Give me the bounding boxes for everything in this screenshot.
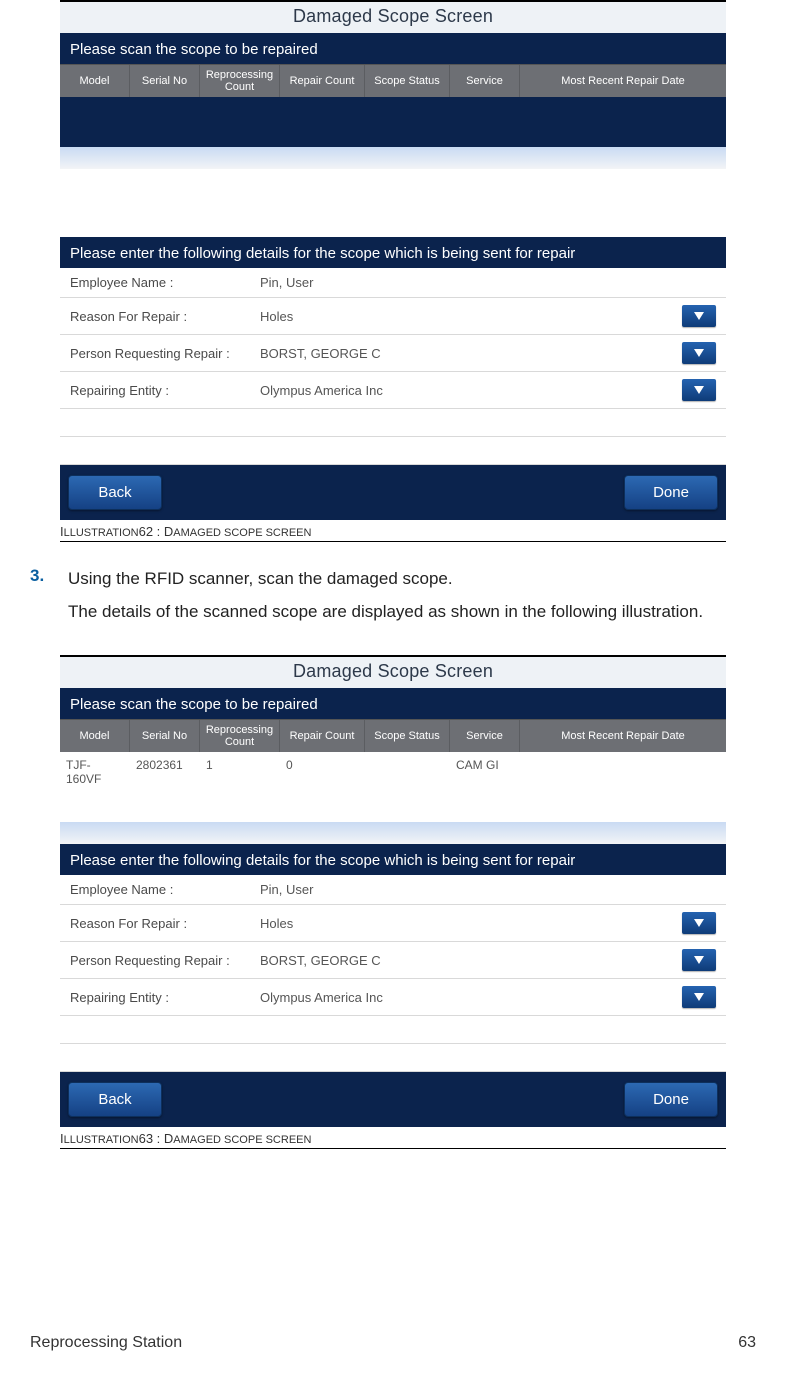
row-reason: Reason For Repair : Holes [60,298,726,335]
requester-value: BORST, GEORGE C [260,346,682,361]
step-3: 3. Using the RFID scanner, scan the dama… [30,566,756,631]
requester-label: Person Requesting Repair : [70,953,260,968]
cell-repair: 0 [280,756,365,788]
cap-rest: AMAGED SCOPE SCREEN [173,1134,311,1146]
entity-dropdown[interactable] [682,986,716,1008]
col-status: Scope Status [365,720,450,752]
details-prompt: Please enter the following details for t… [60,844,726,875]
employee-value: Pin, User [260,275,716,290]
row-requester: Person Requesting Repair : BORST, GEORGE… [60,942,726,979]
scope-table-body: TJF-160VF 2802361 1 0 CAM GI [60,752,726,844]
page-footer: Reprocessing Station 63 [30,1334,756,1352]
scan-prompt: Please scan the scope to be repaired [60,688,726,719]
entity-label: Repairing Entity : [70,990,260,1005]
employee-label: Employee Name : [70,882,260,897]
back-button[interactable]: Back [68,1082,162,1117]
details-prompt: Please enter the following details for t… [60,237,726,268]
requester-value: BORST, GEORGE C [260,953,682,968]
step-text: Using the RFID scanner, scan the damaged… [68,566,756,631]
col-date: Most Recent Repair Date [520,65,726,97]
entity-value: Olympus America Inc [260,990,682,1005]
scope-table-header: Model Serial No Reprocessing Count Repai… [60,64,726,97]
employee-label: Employee Name : [70,275,260,290]
footer-left: Reprocessing Station [30,1334,182,1352]
cell-reproc: 1 [200,756,280,788]
button-bar: Back Done [60,1072,726,1121]
gradient-strip [60,822,726,844]
col-serial: Serial No [130,65,200,97]
col-service: Service [450,720,520,752]
requester-dropdown[interactable] [682,342,716,364]
button-bar: Back Done [60,465,726,514]
caption-62: ILLUSTRATION 62 : DAMAGED SCOPE SCREEN [60,520,726,542]
caption-63: ILLUSTRATION 63 : DAMAGED SCOPE SCREEN [60,1127,726,1149]
app-screen-62: Please scan the scope to be repaired Mod… [60,33,726,520]
cell-service: CAM GI [450,756,520,788]
col-date: Most Recent Repair Date [520,720,726,752]
col-model: Model [60,65,130,97]
cell-status [365,756,450,788]
col-reproc: Reprocessing Count [200,720,280,752]
reason-label: Reason For Repair : [70,916,260,931]
row-employee: Employee Name : Pin, User [60,875,726,905]
back-button[interactable]: Back [68,475,162,510]
entity-label: Repairing Entity : [70,383,260,398]
reason-value: Holes [260,309,682,324]
figure-62: Damaged Scope Screen Please scan the sco… [60,0,726,542]
empty-row [60,1044,726,1072]
entity-value: Olympus America Inc [260,383,682,398]
gradient-strip [60,147,726,169]
reason-value: Holes [260,916,682,931]
scope-table-body-empty [60,147,726,237]
col-status: Scope Status [365,65,450,97]
col-reproc: Reprocessing Count [200,65,280,97]
col-serial: Serial No [130,720,200,752]
reason-dropdown[interactable] [682,912,716,934]
figure-63: Damaged Scope Screen Please scan the sco… [60,655,726,1149]
row-employee: Employee Name : Pin, User [60,268,726,298]
app-title: Damaged Scope Screen [60,1,726,33]
empty-row [60,437,726,465]
cell-serial: 2802361 [130,756,200,788]
col-repair: Repair Count [280,65,365,97]
row-reason: Reason For Repair : Holes [60,905,726,942]
done-button[interactable]: Done [624,475,718,510]
app-screen-63: Please scan the scope to be repaired Mod… [60,688,726,1127]
empty-row [60,1016,726,1044]
col-service: Service [450,65,520,97]
cell-model: TJF-160VF [60,756,130,788]
employee-value: Pin, User [260,882,716,897]
reason-dropdown[interactable] [682,305,716,327]
cap-num: 62 : D [139,524,174,539]
row-entity: Repairing Entity : Olympus America Inc [60,372,726,409]
cap-rest: AMAGED SCOPE SCREEN [173,527,311,539]
cap-word: LLUSTRATION [64,1134,139,1146]
cap-word: LLUSTRATION [64,527,139,539]
col-model: Model [60,720,130,752]
footer-page-number: 63 [738,1334,756,1352]
step-number: 3. [30,566,54,631]
requester-label: Person Requesting Repair : [70,346,260,361]
done-button[interactable]: Done [624,1082,718,1117]
entity-dropdown[interactable] [682,379,716,401]
form-area: Employee Name : Pin, User Reason For Rep… [60,268,726,465]
reason-label: Reason For Repair : [70,309,260,324]
row-requester: Person Requesting Repair : BORST, GEORGE… [60,335,726,372]
requester-dropdown[interactable] [682,949,716,971]
cell-date [520,756,726,788]
form-area: Employee Name : Pin, User Reason For Rep… [60,875,726,1072]
cap-num: 63 : D [139,1131,174,1146]
app-title: Damaged Scope Screen [60,656,726,688]
empty-row [60,409,726,437]
col-repair: Repair Count [280,720,365,752]
table-row: TJF-160VF 2802361 1 0 CAM GI [60,752,726,792]
row-entity: Repairing Entity : Olympus America Inc [60,979,726,1016]
scope-table-header: Model Serial No Reprocessing Count Repai… [60,719,726,752]
scan-prompt: Please scan the scope to be repaired [60,33,726,64]
step-line2: The details of the scanned scope are dis… [68,599,756,625]
step-line1: Using the RFID scanner, scan the damaged… [68,566,756,592]
